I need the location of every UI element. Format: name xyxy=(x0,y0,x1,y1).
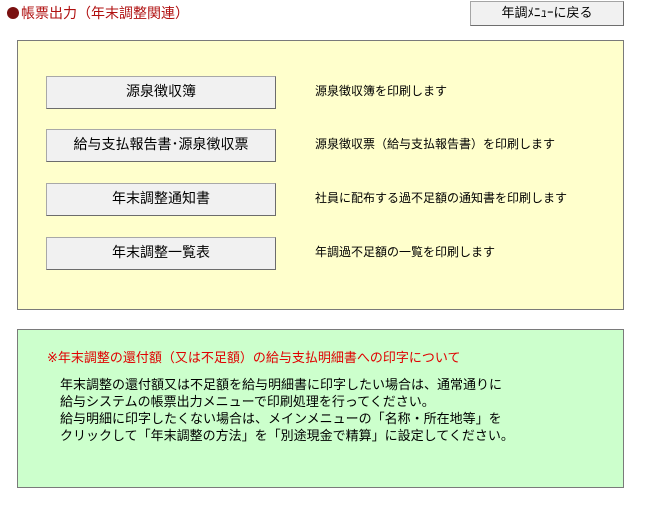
payment-report-button[interactable]: 給与支払報告書･源泉徴収票 xyxy=(46,129,276,162)
back-to-menu-button[interactable]: 年調ﾒﾆｭｰに戻る xyxy=(470,1,624,26)
withholding-ledger-button[interactable]: 源泉徴収簿 xyxy=(46,76,276,109)
bullet-icon xyxy=(7,7,19,19)
adjustment-notice-button[interactable]: 年末調整通知書 xyxy=(46,183,276,216)
notice-line: 給与明細に印字したくない場合は、メインメニューの「名称・所在地等」を xyxy=(60,412,502,427)
notice-line: 給与システムの帳票出力メニューで印刷処理を行ってください。 xyxy=(60,395,435,410)
withholding-ledger-description: 源泉徴収簿を印刷します xyxy=(315,84,448,98)
notice-panel: ※年末調整の還付額（又は不足額）の給与支払明細書への印字について 年末調整の還付… xyxy=(17,329,624,488)
print-menu-panel: 源泉徴収簿 源泉徴収簿を印刷します 給与支払報告書･源泉徴収票 源泉徴収票（給与… xyxy=(17,40,624,310)
adjustment-list-description: 年調過不足額の一覧を印刷します xyxy=(315,245,496,259)
notice-line: クリックして「年末調整の方法」を「別途現金で精算」に設定してください。 xyxy=(60,429,514,444)
page-title-text: 帳票出力（年末調整関連） xyxy=(21,6,189,22)
notice-body: 年末調整の還付額又は不足額を給与明細書に印字したい場合は、通常通りに 給与システ… xyxy=(60,377,514,445)
payment-report-description: 源泉徴収票（給与支払報告書）を印刷します xyxy=(315,137,556,151)
notice-title: ※年末調整の還付額（又は不足額）の給与支払明細書への印字について xyxy=(47,351,461,366)
adjustment-notice-description: 社員に配布する過不足額の通知書を印刷します xyxy=(315,191,568,205)
page-title: 帳票出力（年末調整関連） xyxy=(7,5,189,23)
adjustment-list-button[interactable]: 年末調整一覧表 xyxy=(46,237,276,270)
notice-line: 年末調整の還付額又は不足額を給与明細書に印字したい場合は、通常通りに xyxy=(60,378,503,393)
